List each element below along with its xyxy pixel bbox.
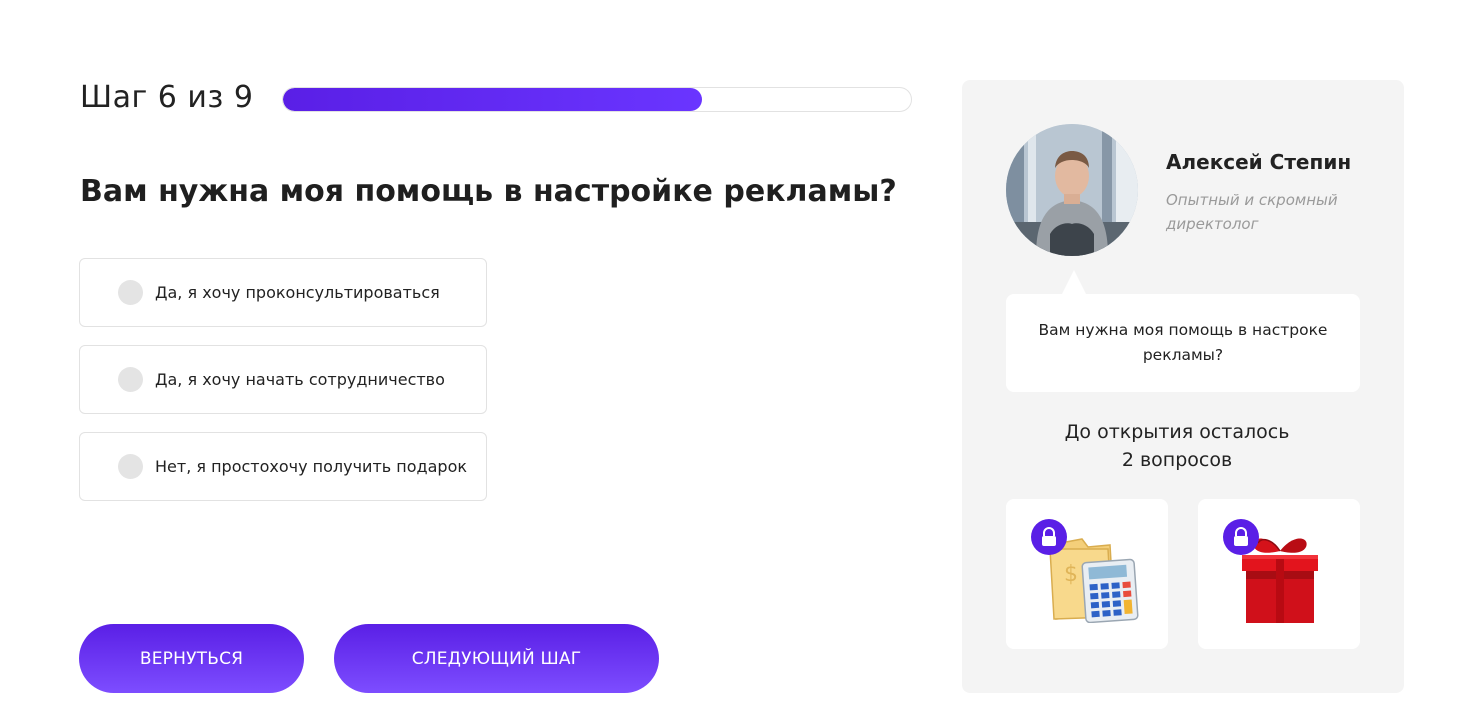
countdown-line-1: До открытия осталось [1064,421,1290,443]
expert-role: Опытный и скромный директолог [1166,191,1338,233]
answer-option-label: Да, я хочу проконсультироваться [155,283,440,302]
radio-button[interactable] [118,367,143,392]
answer-option-consult[interactable]: Да, я хочу проконсультироваться [79,258,487,327]
gift-card-calculator: $ [1006,499,1168,649]
svg-text:$: $ [1064,562,1078,587]
lock-icon [1223,519,1259,555]
step-counter: Шаг 6 из 9 [80,80,254,115]
answer-option-label: Нет, я простохочу получить подарок [155,457,468,476]
question-title: Вам нужна моя помощь в настройке рекламы… [80,174,897,209]
radio-button[interactable] [118,454,143,479]
gift-card-present [1198,499,1360,649]
answer-option-cooperate[interactable]: Да, я хочу начать сотрудничество [79,345,487,414]
countdown-line-2: 2 вопросов [1121,449,1233,471]
speech-bubble-tail [1062,270,1086,294]
lock-icon [1031,519,1067,555]
expert-panel: Алексей Степин Опытный и скромный директ… [962,80,1404,693]
answer-option-label: Да, я хочу начать сотрудничество [155,370,445,389]
answer-option-gift[interactable]: Нет, я простохочу получить подарок [79,432,487,501]
expert-avatar [1006,124,1138,256]
radio-button[interactable] [118,280,143,305]
progress-bar [282,87,912,112]
progress-bar-fill [283,88,702,111]
expert-message-bubble: Вам нужна моя помощь в настроке рекламы? [1006,294,1360,392]
gift-countdown: До открытия осталось 2 вопросов [962,418,1392,474]
expert-photo-icon [1006,124,1138,256]
next-step-button[interactable]: СЛЕДУЮЩИЙ ШАГ [334,624,659,693]
back-button[interactable]: ВЕРНУТЬСЯ [79,624,304,693]
answer-options: Да, я хочу проконсультироваться Да, я хо… [79,258,487,519]
expert-name: Алексей Степин [1166,150,1352,174]
